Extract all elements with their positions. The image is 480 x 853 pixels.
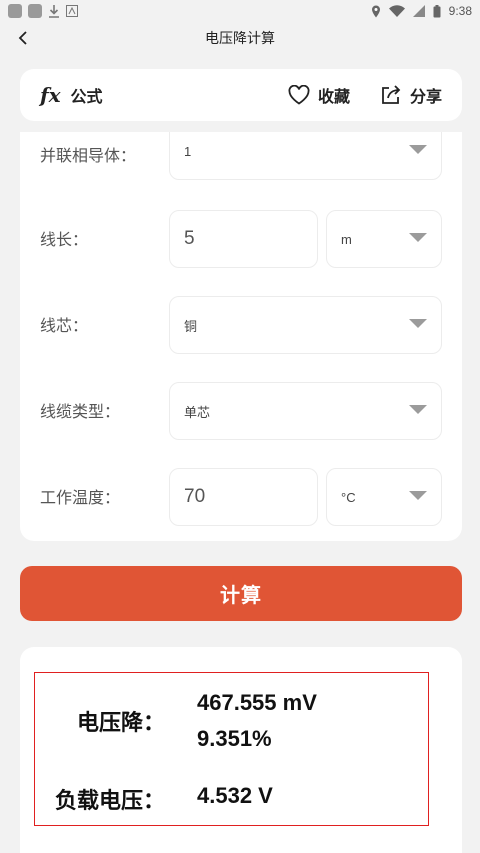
voltage-drop-percent: 9.351% — [197, 726, 272, 751]
row-temperature: 工作温度： 70 °C — [20, 468, 462, 526]
cable-type-label: 线缆类型： — [40, 402, 121, 421]
parallel-conductors-label: 并联相导体： — [40, 146, 137, 165]
favorite-button[interactable]: 收藏 — [288, 83, 350, 107]
core-label: 线芯： — [40, 316, 89, 335]
app-icon — [66, 5, 78, 17]
temperature-value: 70 — [184, 486, 206, 507]
fx-icon: fx — [40, 83, 61, 107]
voltage-drop-label: 电压降： — [76, 711, 165, 736]
result-highlight-box: 电压降： 467.555 mV 9.351% 负载电压： 4.532 V — [34, 672, 429, 826]
temperature-unit-select[interactable]: °C — [326, 468, 442, 526]
chevron-down-icon — [409, 233, 427, 242]
row-cable-type: 线缆类型： 单芯 — [20, 382, 462, 440]
notification-icon — [8, 4, 22, 18]
wifi-icon — [388, 5, 405, 17]
cable-type-select[interactable]: 单芯 — [169, 382, 442, 440]
chevron-down-icon — [409, 405, 427, 414]
download-icon — [49, 5, 59, 18]
chevron-left-icon — [18, 31, 27, 45]
heart-icon — [288, 85, 310, 105]
row-parallel-conductors: 并联相导体： 1 — [20, 132, 462, 180]
chevron-down-icon — [409, 491, 427, 500]
notification-icon — [28, 4, 42, 18]
load-voltage-value: 4.532 V — [197, 783, 273, 808]
chevron-down-icon — [409, 319, 427, 328]
battery-icon — [433, 4, 441, 17]
voltage-drop-value: 467.555 mV — [197, 690, 317, 715]
result-card: 电压降： 467.555 mV 9.351% 负载电压： 4.532 V — [20, 647, 462, 853]
core-select[interactable]: 铜 — [169, 296, 442, 354]
back-button[interactable] — [10, 25, 36, 51]
share-icon — [382, 85, 401, 104]
status-time: 9:38 — [448, 4, 472, 18]
chevron-down-icon — [409, 145, 427, 154]
signal-icon — [412, 5, 425, 17]
temperature-label: 工作温度： — [40, 488, 121, 507]
parallel-conductors-select[interactable]: 1 — [169, 132, 442, 180]
cable-type-value: 单芯 — [184, 404, 211, 420]
page-title: 电压降计算 — [205, 31, 275, 47]
length-value: 5 — [184, 228, 195, 249]
load-voltage-label: 负载电压： — [54, 789, 165, 814]
top-app-bar: 电压降计算 — [0, 22, 480, 54]
status-bar: 9:38 — [0, 0, 480, 22]
row-core: 线芯： 铜 — [20, 296, 462, 354]
share-button[interactable]: 分享 — [380, 83, 442, 107]
status-system: 9:38 — [371, 4, 472, 18]
parallel-conductors-value: 1 — [184, 143, 192, 159]
calculate-button[interactable]: 计算 — [20, 566, 462, 621]
length-label: 线长： — [40, 230, 89, 249]
status-notifications — [8, 4, 78, 18]
favorite-label: 收藏 — [317, 87, 350, 106]
input-form: 并联相导体： 1 线长： 5 m 线芯： 铜 线缆类型： 单芯 工作温度： 70… — [20, 132, 462, 541]
temperature-input[interactable]: 70 — [169, 468, 318, 526]
length-unit-value: m — [341, 231, 352, 247]
formula-button[interactable]: 公式 — [71, 83, 103, 107]
location-icon — [371, 5, 380, 17]
formula-bar: fx 公式 收藏 分享 — [20, 69, 462, 121]
length-unit-select[interactable]: m — [326, 210, 442, 268]
temperature-unit-value: °C — [341, 489, 356, 505]
share-label: 分享 — [409, 87, 442, 106]
row-length: 线长： 5 m — [20, 210, 462, 268]
core-value: 铜 — [184, 318, 198, 334]
length-input[interactable]: 5 — [169, 210, 318, 268]
